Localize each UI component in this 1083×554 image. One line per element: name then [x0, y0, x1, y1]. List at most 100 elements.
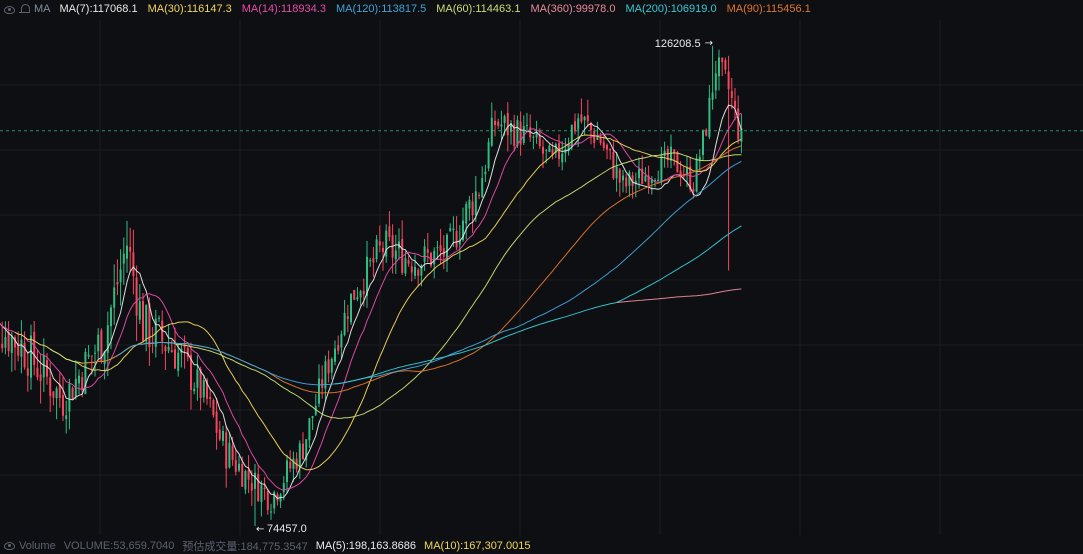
candle-body [343, 312, 346, 335]
candle-body [270, 511, 272, 513]
ma-legend-item: MA(120):113817.5 [335, 3, 427, 15]
candle-body [90, 355, 93, 357]
candle-body [257, 474, 260, 502]
ma-legend-item: MA(360):99978.0 [530, 3, 616, 15]
candle-body [628, 172, 631, 186]
candle-body [548, 145, 551, 152]
indicator-label[interactable]: MA [34, 3, 51, 15]
candle-body [263, 487, 266, 490]
candle-body [606, 144, 608, 150]
candle-body [471, 201, 474, 216]
candle-body [414, 266, 416, 276]
candle-body [215, 411, 218, 433]
candle-body [737, 108, 740, 140]
candle-body [353, 290, 356, 300]
candle-body [727, 71, 730, 90]
ma-line-60 [49, 152, 742, 419]
candle-body [615, 166, 618, 179]
volume-title[interactable]: Volume [19, 540, 56, 552]
candle-body [622, 175, 624, 181]
candle-body [468, 199, 471, 209]
candle-body [500, 124, 503, 127]
ma-legend-item: MA(90):115456.1 [726, 3, 811, 15]
ma-legend-item: MA(200):106919.0 [625, 3, 717, 15]
candle-body [542, 146, 544, 154]
candle-body [577, 118, 580, 130]
candle-body [503, 116, 506, 124]
candle-body [68, 383, 71, 412]
candle-body [362, 290, 365, 295]
candle-body [116, 282, 119, 285]
candle-body [302, 443, 304, 459]
candle-body [580, 114, 583, 122]
candle-body [702, 130, 704, 155]
candle-body [721, 57, 724, 63]
candle-body [330, 358, 333, 373]
candle-body [126, 245, 128, 259]
candle-body [212, 399, 215, 416]
candle-body [660, 155, 663, 183]
ma-line-360 [616, 288, 742, 303]
candle-body [410, 266, 413, 273]
candle-body [244, 471, 247, 490]
candle-body [110, 307, 112, 327]
candle-body [574, 121, 576, 132]
candle-body [481, 178, 484, 198]
candle-body [218, 429, 221, 440]
candle-body [334, 348, 336, 362]
candle-body [238, 463, 240, 471]
candle-body [356, 297, 359, 300]
candle-body [417, 269, 420, 276]
candle-body [42, 355, 45, 378]
candle-body [407, 260, 410, 264]
candle-body [228, 442, 231, 468]
candle-body [327, 359, 330, 374]
candle-body [170, 350, 173, 352]
candle-body [292, 458, 295, 469]
candle-body [250, 483, 253, 491]
candle-body [359, 291, 362, 298]
candle-body [225, 432, 228, 469]
ma-legend-item: MA(60):114463.1 [436, 3, 521, 15]
ma-line-14 [0, 112, 742, 492]
candle-body [526, 125, 528, 127]
candle-body [596, 136, 599, 140]
candle-body [638, 168, 640, 179]
candle-body [369, 260, 372, 262]
candle-body [382, 247, 384, 252]
candle-body [158, 317, 160, 319]
candle-body [33, 331, 36, 365]
candle-body [714, 73, 717, 91]
price-chart[interactable]: 126208.5 → ← 74457.0 [0, 0, 1083, 554]
candle-body [81, 377, 84, 391]
candle-body [340, 334, 343, 348]
candle-body [487, 142, 490, 169]
candle-body [535, 133, 538, 138]
moving-average-lines [0, 104, 742, 499]
estimated-volume: 预估成交量:184,775.3547 [182, 540, 308, 553]
candle-body [612, 152, 615, 179]
volume-legend-bar: Volume VOLUME:53,659.7040 预估成交量:184,775.… [0, 537, 1083, 554]
chart-grid [0, 20, 1083, 535]
bell-icon[interactable] [19, 3, 31, 15]
candle-body [532, 136, 535, 138]
candle-body [145, 305, 148, 342]
eye-icon[interactable] [4, 542, 15, 550]
candle-body [465, 203, 468, 224]
candle-body [455, 230, 458, 248]
candle-body [423, 246, 426, 262]
candle-body [20, 339, 23, 357]
candle-body [298, 443, 301, 468]
candle-body [119, 269, 122, 283]
candle-body [10, 335, 13, 354]
ma-line-7 [0, 104, 742, 499]
candle-body [516, 120, 519, 146]
high-marker: 126208.5 → [655, 38, 713, 50]
eye-icon[interactable] [4, 5, 15, 14]
candle-body [97, 334, 100, 352]
candle-body [545, 149, 548, 151]
volume-value: VOLUME:53,659.7040 [63, 539, 175, 552]
candlestick-series [1, 45, 743, 527]
candle-body [174, 349, 176, 369]
candle-body [321, 379, 324, 388]
